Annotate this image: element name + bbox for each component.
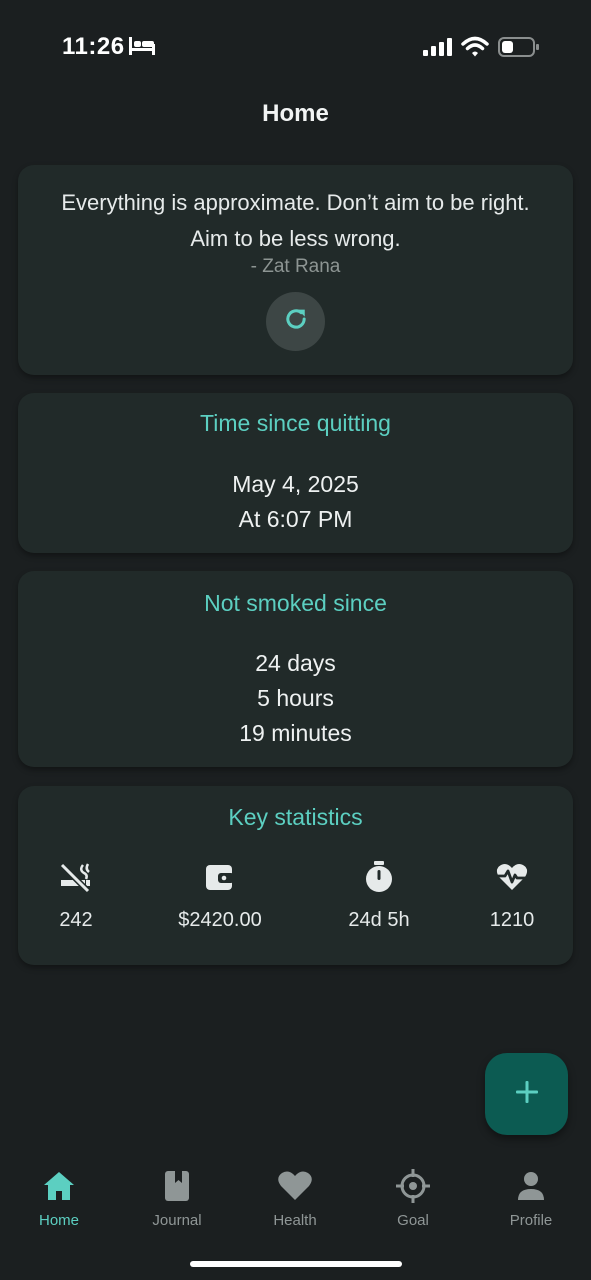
crosshair-icon [358, 1168, 468, 1204]
quote-text: Everything is approximate. Don’t aim to … [61, 190, 530, 251]
nav-label: Goal [397, 1212, 429, 1229]
signal-icon [423, 38, 453, 61]
stat-cigarettes-avoided: 242 [16, 860, 136, 932]
wallet-icon [160, 860, 280, 894]
not-smoked-title: Not smoked since [204, 590, 387, 616]
nav-label: Journal [152, 1212, 202, 1229]
stat-time-regained: 24d 5h [319, 860, 439, 932]
nav-item-journal[interactable]: Journal [122, 1168, 232, 1229]
stat-value: 1210 [489, 909, 535, 931]
elapsed-hours: 5 hours [257, 685, 334, 711]
refresh-icon [282, 305, 310, 338]
not-smoked-card: Not smoked since 24 days 5 hours 19 minu… [18, 571, 573, 767]
status-bar: 11:26 [0, 0, 591, 96]
no-smoking-icon [16, 860, 136, 894]
stat-value: 24d 5h [348, 909, 410, 931]
quit-time: At 6:07 PM [238, 506, 353, 532]
heart-icon [240, 1168, 350, 1204]
battery-icon [498, 37, 540, 62]
key-statistics-card: Key statistics 242 $2420.00 24d 5h 1210 [18, 786, 573, 965]
nav-item-profile[interactable]: Profile [476, 1168, 586, 1229]
page-title: Home [262, 100, 329, 127]
home-indicator[interactable] [190, 1261, 402, 1267]
nav-item-goal[interactable]: Goal [358, 1168, 468, 1229]
quit-date: May 4, 2025 [232, 471, 359, 497]
quote-card: Everything is approximate. Don’t aim to … [18, 165, 573, 375]
stat-value: $2420.00 [178, 909, 262, 931]
nav-item-home[interactable]: Home [4, 1168, 114, 1229]
nav-label: Health [273, 1212, 317, 1229]
nav-item-health[interactable]: Health [240, 1168, 350, 1229]
home-icon [4, 1168, 114, 1204]
stat-value: 242 [59, 909, 93, 931]
key-statistics-title: Key statistics [228, 804, 363, 830]
stopwatch-icon [319, 860, 439, 894]
elapsed-minutes: 19 minutes [239, 720, 352, 746]
person-icon [476, 1168, 586, 1204]
status-time: 11:26 [62, 33, 125, 60]
quit-time-title: Time since quitting [200, 410, 391, 436]
stat-money-saved: $2420.00 [160, 860, 280, 932]
heartbeat-icon [452, 860, 572, 894]
plus-icon [515, 1080, 539, 1109]
quote-author: - Zat Rana [250, 256, 341, 277]
elapsed-days: 24 days [255, 650, 336, 676]
nav-label: Profile [509, 1212, 553, 1229]
wifi-icon [461, 36, 489, 63]
stat-health: 1210 [452, 860, 572, 932]
journal-icon [122, 1168, 232, 1204]
add-button[interactable] [485, 1053, 568, 1135]
refresh-quote-button[interactable] [266, 292, 325, 351]
nav-label: Home [38, 1212, 79, 1229]
quit-time-card: Time since quitting May 4, 2025 At 6:07 … [18, 393, 573, 553]
bed-icon [128, 36, 156, 61]
